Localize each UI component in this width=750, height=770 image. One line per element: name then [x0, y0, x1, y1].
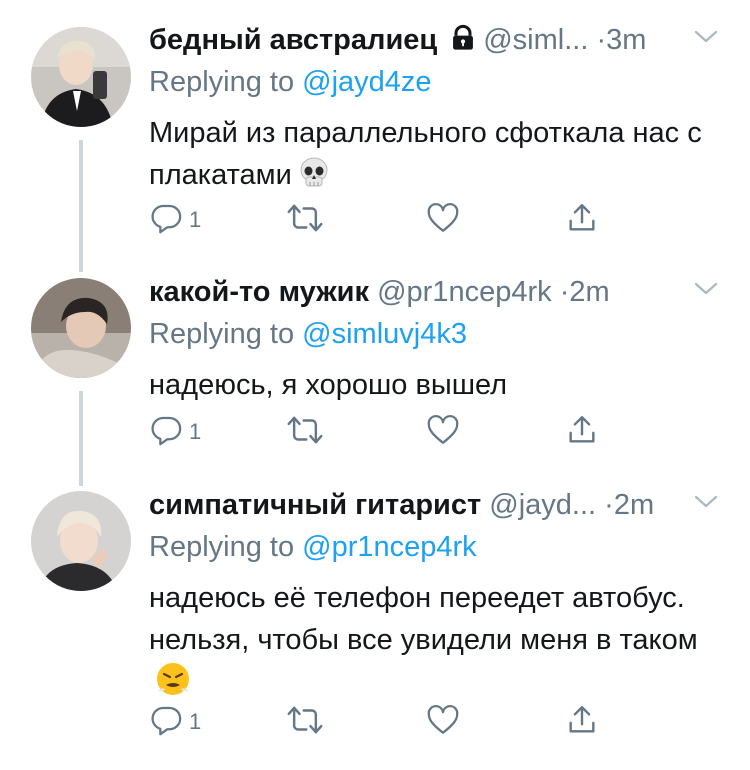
- thread-line: [79, 391, 83, 486]
- display-name[interactable]: бедный австралиец: [149, 24, 437, 56]
- like-button[interactable]: [426, 702, 460, 742]
- chevron-down-icon[interactable]: [693, 280, 719, 303]
- retweet-icon: [286, 413, 324, 452]
- skull-emoji: [298, 156, 330, 202]
- reply-count: 1: [189, 207, 202, 232]
- tweet[interactable]: симпатичный гитарист @jayd... ·2m Replyi…: [0, 487, 750, 770]
- display-name[interactable]: симпатичный гитарист: [149, 489, 481, 521]
- timestamp[interactable]: 3m: [606, 24, 646, 56]
- timestamp[interactable]: 2m: [569, 276, 609, 308]
- retweet-button[interactable]: [286, 412, 324, 452]
- tweet-actions: 1: [149, 702, 609, 742]
- thread-line: [79, 140, 83, 272]
- reply-button[interactable]: 1: [149, 702, 201, 742]
- tweet-actions: 1: [149, 200, 609, 240]
- replying-to-label: Replying to: [149, 318, 295, 350]
- reply-icon: [149, 703, 183, 742]
- replying-to: Replying to @pr1ncep4rk: [149, 529, 477, 565]
- replying-to: Replying to @simluvj4k3: [149, 316, 467, 352]
- tweet-text: Мирай из параллельного сфоткала нас с пл…: [149, 112, 729, 202]
- tweet-header: бедный австралиец @siml... ·3m: [149, 22, 646, 61]
- share-button[interactable]: [565, 200, 599, 240]
- tweet[interactable]: бедный австралиец @siml... ·3m Replying t…: [0, 22, 750, 272]
- reply-count: 1: [189, 419, 202, 444]
- heart-icon: [426, 201, 460, 240]
- replying-to-label: Replying to: [149, 66, 295, 98]
- tweet-header: симпатичный гитарист @jayd... ·2m: [149, 487, 654, 523]
- avatar[interactable]: [31, 27, 131, 127]
- separator-dot: ·: [596, 24, 607, 56]
- tweet-body: надеюсь её телефон переедет автобус. нел…: [149, 582, 698, 656]
- tweet-actions: 1: [149, 412, 609, 452]
- display-name[interactable]: какой-то мужик: [149, 276, 369, 308]
- tweet-header: какой-то мужик @pr1ncep4rk ·2m: [149, 274, 610, 310]
- share-icon: [565, 201, 599, 240]
- share-icon: [565, 413, 599, 452]
- user-handle[interactable]: @siml...: [483, 24, 588, 56]
- timestamp[interactable]: 2m: [614, 489, 654, 521]
- user-handle[interactable]: @jayd...: [489, 489, 596, 521]
- tweet[interactable]: какой-то мужик @pr1ncep4rk ·2m Replying …: [0, 274, 750, 486]
- tweet-text: надеюсь, я хорошо вышел: [149, 364, 729, 406]
- user-handle[interactable]: @pr1ncep4rk: [377, 276, 552, 308]
- avatar[interactable]: [31, 491, 131, 591]
- reply-button[interactable]: 1: [149, 412, 201, 452]
- mention-link[interactable]: @jayd4ze: [302, 66, 431, 98]
- like-button[interactable]: [426, 412, 460, 452]
- chevron-down-icon[interactable]: [693, 493, 719, 516]
- share-icon: [565, 703, 599, 742]
- separator-dot: ·: [559, 276, 570, 308]
- reply-count: 1: [189, 709, 202, 734]
- replying-to: Replying to @jayd4ze: [149, 64, 432, 100]
- chevron-down-icon[interactable]: [693, 28, 719, 51]
- share-button[interactable]: [565, 412, 599, 452]
- replying-to-label: Replying to: [149, 531, 295, 563]
- retweet-icon: [286, 201, 324, 240]
- tweet-body: Мирай из параллельного сфоткала нас с пл…: [149, 117, 702, 191]
- mention-link[interactable]: @pr1ncep4rk: [302, 531, 477, 563]
- reply-icon: [149, 413, 183, 452]
- tweet-body: надеюсь, я хорошо вышел: [149, 369, 508, 401]
- reply-icon: [149, 201, 183, 240]
- avatar[interactable]: [31, 278, 131, 378]
- lock-icon: [449, 24, 477, 61]
- heart-icon: [426, 413, 460, 452]
- retweet-button[interactable]: [286, 200, 324, 240]
- retweet-icon: [286, 703, 324, 742]
- share-button[interactable]: [565, 702, 599, 742]
- separator-dot: ·: [604, 489, 614, 521]
- mention-link[interactable]: @simluvj4k3: [302, 318, 467, 350]
- tweet-text: надеюсь её телефон переедет автобус. нел…: [149, 577, 729, 709]
- heart-icon: [426, 703, 460, 742]
- reply-button[interactable]: 1: [149, 200, 201, 240]
- like-button[interactable]: [426, 200, 460, 240]
- retweet-button[interactable]: [286, 702, 324, 742]
